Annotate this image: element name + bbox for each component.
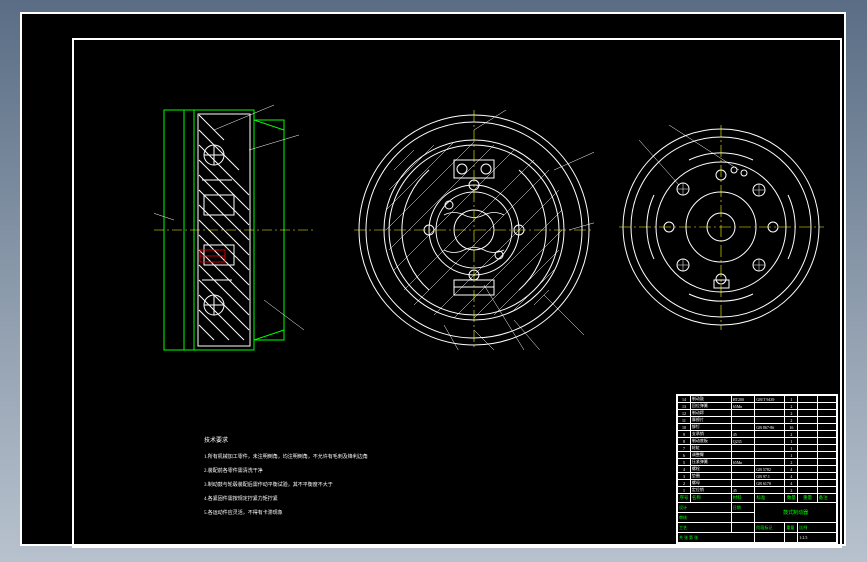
title-row: 设计 日期 鼓式制动器 [678,503,837,513]
notes-line: 4.各紧固件需按规定拧紧力矩拧紧 [204,496,368,503]
technical-notes: 技术要求 1.所有机械加工零件，未注明倒角，均注明倒角，不允许有毛刺及锋利边角 … [204,430,368,524]
parts-list-row: 5压紧弹簧65Mn2 [678,459,837,466]
section-view [154,100,314,360]
parts-list-row: 8制动底板Q2351 [678,438,837,445]
scale-value: 1:2.5 [798,533,837,543]
rear-view [619,125,824,330]
parts-list-row: 13回位弹簧65Mn2 [678,403,837,410]
parts-list-row: 1定位销452 [678,487,837,494]
cad-inner-frame: 技术要求 1.所有机械加工零件，未注明倒角，均注明倒角，不允许有毛刺及锋利边角 … [72,38,842,548]
parts-list-row: 3垫圈GB 97.14 [678,473,837,480]
parts-list-row: 2螺母GB 61704 [678,480,837,487]
parts-list-row: 11摩擦片2 [678,417,837,424]
parts-list-row: 7轮缸1 [678,445,837,452]
notes-line: 5.各运动件应灵活，不得有卡滞现象 [204,510,368,517]
parts-list-row: 10铆钉GB 867-8616 [678,424,837,431]
parts-list-row: 6调整臂1 [678,452,837,459]
parts-list-header: 序号 名称 材料 标准 数量 重量 备注 [678,494,837,503]
parts-list-row: 12制动蹄2 [678,410,837,417]
drawing-canvas: 技术要求 1.所有机械加工零件，未注明倒角，均注明倒角，不允许有毛刺及锋利边角 … [74,40,840,546]
notes-line: 1.所有机械加工零件，未注明倒角，均注明倒角，不允许有毛刺及锋利边角 [204,454,368,461]
notes-line: 3.制动鼓与轮毂装配后需作动平衡试验，其不平衡度不大于 [204,482,368,489]
notes-line: 2.装配前各零件需清洗干净 [204,468,368,475]
front-view [354,110,594,350]
title-block: 14制动鼓HT200GB/T 9439113回位弹簧65Mn212制动蹄211摩… [676,394,838,544]
drawing-name: 鼓式制动器 [755,503,837,523]
parts-list-row: 14制动鼓HT200GB/T 94391 [678,396,837,403]
parts-list-row: 9支承销452 [678,431,837,438]
notes-title: 技术要求 [204,437,368,445]
cad-outer-frame: 技术要求 1.所有机械加工零件，未注明倒角，均注明倒角，不允许有毛刺及锋利边角 … [20,12,846,546]
parts-list-row: 4螺栓GB 57824 [678,466,837,473]
parts-list-table: 14制动鼓HT200GB/T 9439113回位弹簧65Mn212制动蹄211摩… [677,395,837,543]
